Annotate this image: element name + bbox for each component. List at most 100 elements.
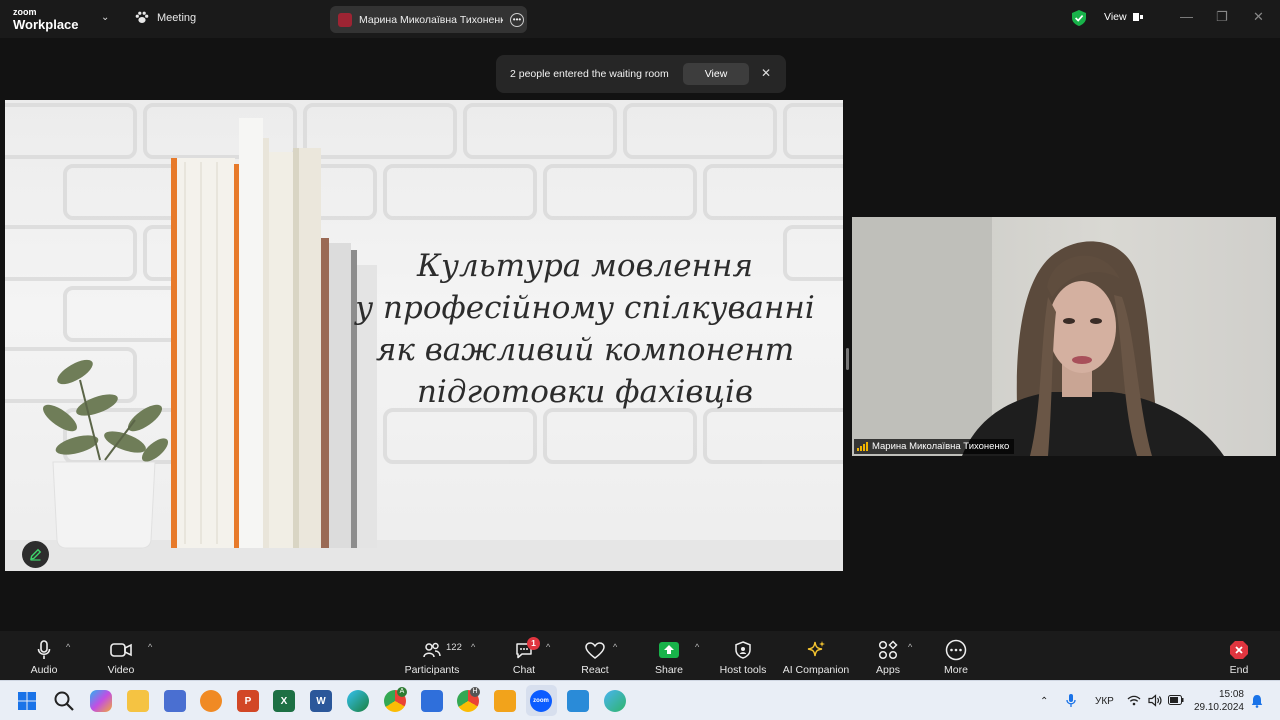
app-icon[interactable]: [200, 690, 222, 712]
participants-button[interactable]: Participants: [402, 631, 462, 680]
participant-video-tile[interactable]: Марина Миколаївна Тихоненко: [852, 217, 1276, 456]
security-shield-icon[interactable]: [1072, 10, 1086, 26]
zoom-icon[interactable]: zoom: [530, 690, 552, 712]
participants-icon: [423, 642, 441, 658]
view-layout-icon: [1132, 13, 1143, 21]
annotate-button[interactable]: [22, 541, 49, 568]
react-options-chevron-icon[interactable]: ^: [613, 642, 617, 652]
end-meeting-button[interactable]: End: [1223, 631, 1255, 680]
clock-date: 29.10.2024: [1193, 702, 1244, 713]
wifi-icon[interactable]: [1127, 695, 1141, 706]
video-button[interactable]: Video: [101, 631, 141, 680]
chat-unread-badge: 1: [527, 637, 540, 650]
participant-name: Марина Миколаївна Тихоненко: [872, 441, 1010, 452]
react-label: React: [581, 664, 609, 676]
heart-icon: [585, 641, 605, 659]
chat-options-chevron-icon[interactable]: ^: [546, 642, 550, 652]
apps-label: Apps: [876, 664, 900, 676]
close-icon[interactable]: ✕: [761, 66, 771, 80]
avatar: [338, 12, 352, 27]
end-meeting-icon: [1230, 641, 1248, 659]
video-camera-icon: [110, 643, 132, 657]
host-tools-label: Host tools: [719, 664, 767, 676]
share-button[interactable]: Share: [652, 631, 686, 680]
chat-label: Chat: [512, 664, 536, 676]
video-options-chevron-icon[interactable]: ^: [148, 642, 152, 652]
system-clock[interactable]: 15:08 29.10.2024: [1192, 688, 1244, 714]
zoom-window: zoom Workplace ⌄ Meeting Марина Миколаїв…: [0, 0, 1280, 720]
windows-start-icon[interactable]: [16, 690, 38, 712]
host-tools-button[interactable]: Host tools: [718, 631, 768, 680]
microphone-icon[interactable]: [1066, 693, 1076, 709]
pencil-icon: [30, 548, 42, 561]
clock-time: 15:08: [1218, 689, 1244, 700]
powerpoint-icon[interactable]: P: [237, 690, 259, 712]
more-dots-icon: [945, 639, 967, 661]
shared-screen: Культура мовлення у професійному спілкув…: [5, 100, 843, 571]
share-screen-icon: [659, 642, 679, 658]
more-label: More: [944, 664, 968, 676]
notification-bell-icon[interactable]: [1251, 694, 1263, 708]
chevron-down-icon[interactable]: ⌄: [101, 12, 109, 23]
slide-title-line: Культура мовлення: [416, 248, 753, 284]
windows-taskbar: P X W A H zoom ⌃ УКР 15:08 29.10.2024: [0, 680, 1280, 720]
maximize-icon[interactable]: ❐: [1216, 9, 1228, 25]
waiting-room-notification: 2 people entered the waiting room View ✕: [496, 55, 786, 93]
signal-strength-icon: [857, 442, 868, 451]
save-icon[interactable]: [421, 690, 443, 712]
edge-icon[interactable]: [347, 690, 369, 712]
maps-icon[interactable]: [604, 690, 626, 712]
title-bar: zoom Workplace ⌄ Meeting Марина Миколаїв…: [0, 0, 1280, 38]
share-label: Share: [654, 664, 684, 676]
view-waiting-room-button[interactable]: View: [683, 63, 749, 85]
slide-title-line: у професійному спілкуванні: [355, 290, 815, 326]
apps-icon: [878, 640, 898, 660]
input-language[interactable]: УКР: [1095, 681, 1114, 720]
close-window-icon[interactable]: ✕: [1253, 9, 1264, 25]
slide-title-line: підготовки фахівців: [416, 374, 754, 410]
volume-icon[interactable]: [1148, 694, 1162, 707]
participant-video-frame: [852, 217, 1224, 456]
file-explorer-icon[interactable]: [127, 690, 149, 712]
more-button[interactable]: More: [940, 631, 972, 680]
photos-icon[interactable]: [567, 690, 589, 712]
participants-label: Participants: [404, 664, 460, 676]
show-hidden-icons-chevron-icon[interactable]: ⌃: [1040, 681, 1048, 720]
ai-companion-label: AI Companion: [782, 664, 850, 676]
meeting-menu[interactable]: Meeting: [135, 11, 196, 24]
react-button[interactable]: React: [577, 631, 613, 680]
video-label: Video: [107, 664, 135, 676]
host-name: Марина Миколаївна Тихоненко: [359, 13, 503, 26]
ai-companion-button[interactable]: AI Companion: [782, 631, 850, 680]
participants-count: 122: [446, 642, 462, 653]
active-speaker-pill[interactable]: Марина Миколаївна Тихоненко •••: [330, 6, 527, 33]
apps-options-chevron-icon[interactable]: ^: [908, 642, 912, 652]
brand-line-2: Workplace: [13, 17, 79, 32]
audio-button[interactable]: Audio: [25, 631, 63, 680]
end-label: End: [1229, 664, 1249, 676]
zoom-workplace-logo[interactable]: zoom Workplace: [13, 7, 79, 32]
audio-options-chevron-icon[interactable]: ^: [66, 642, 70, 652]
sparkle-icon: [807, 641, 825, 657]
excel-icon[interactable]: X: [273, 690, 295, 712]
share-options-chevron-icon[interactable]: ^: [695, 642, 699, 652]
brand-line-1: zoom: [13, 7, 37, 17]
copilot-icon[interactable]: [90, 690, 112, 712]
slide-title-line: як важливий компонент: [375, 332, 795, 368]
paw-icon: [135, 11, 149, 23]
meeting-controls: Audio ^ Video ^ Participants 122 ^ Chat …: [0, 631, 1280, 680]
battery-icon[interactable]: [1168, 695, 1184, 705]
word-icon[interactable]: W: [310, 690, 332, 712]
more-options-icon[interactable]: •••: [510, 12, 524, 27]
app-icon[interactable]: [494, 690, 516, 712]
app-icon[interactable]: [164, 690, 186, 712]
view-label: View: [1104, 11, 1127, 23]
search-icon[interactable]: [53, 690, 75, 712]
minimize-icon[interactable]: —: [1180, 9, 1193, 24]
split-view-handle[interactable]: [846, 348, 849, 370]
participants-options-chevron-icon[interactable]: ^: [471, 642, 475, 652]
apps-button[interactable]: Apps: [872, 631, 904, 680]
participant-name-label: Марина Миколаївна Тихоненко: [854, 439, 1015, 454]
view-menu[interactable]: View: [1104, 11, 1143, 23]
meeting-label: Meeting: [157, 11, 197, 24]
